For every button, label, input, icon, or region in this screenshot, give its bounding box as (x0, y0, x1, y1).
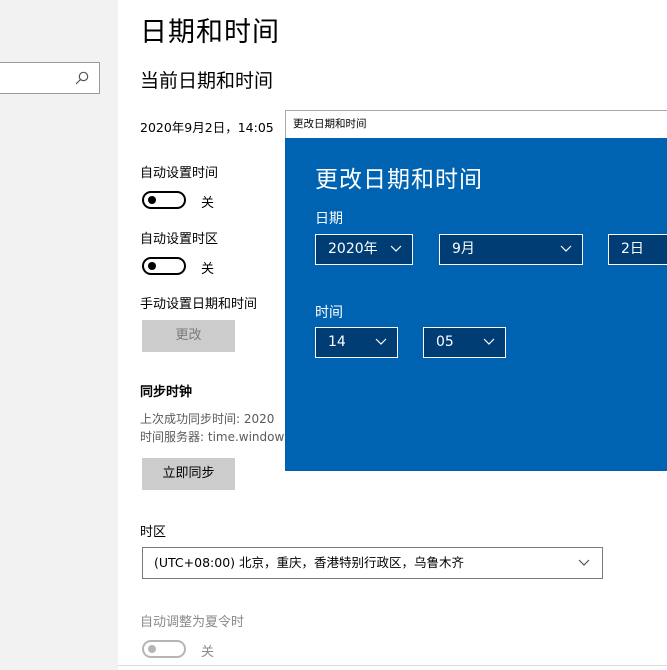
day-value: 2日 (621, 241, 644, 257)
section-title: 当前日期和时间 (140, 70, 274, 92)
chevron-down-icon (578, 548, 590, 589)
timezone-select[interactable]: (UTC+08:00) 北京，重庆，香港特别行政区，乌鲁木齐 (142, 547, 603, 579)
dst-state: 关 (201, 645, 215, 660)
hour-dropdown[interactable]: 14 (315, 327, 398, 358)
divider (118, 665, 667, 666)
year-value: 2020年 (328, 241, 378, 257)
timezone-value: (UTC+08:00) 北京，重庆，香港特别行政区，乌鲁木齐 (154, 555, 465, 570)
chevron-down-icon (375, 328, 387, 368)
sync-time-server: 时间服务器: time.windows.com (140, 430, 290, 444)
navigation-pane (0, 0, 118, 670)
chevron-down-icon (483, 328, 495, 368)
search-icon (75, 71, 89, 85)
search-input[interactable] (0, 62, 100, 94)
dialog-titlebar[interactable]: 更改日期和时间 (285, 110, 667, 138)
manual-datetime-label: 手动设置日期和时间 (140, 297, 258, 312)
date-label: 日期 (315, 211, 343, 227)
auto-time-label: 自动设置时间 (140, 166, 219, 181)
chevron-down-icon (560, 235, 572, 275)
year-dropdown[interactable]: 2020年 (315, 234, 413, 265)
page-title: 日期和时间 (140, 17, 280, 48)
auto-time-toggle[interactable] (142, 191, 186, 209)
toggle-knob (148, 196, 156, 204)
chevron-down-icon (390, 235, 402, 275)
minute-value: 05 (436, 334, 454, 350)
toggle-knob (148, 262, 156, 270)
sync-now-button[interactable]: 立即同步 (142, 458, 235, 490)
sync-last-time: 上次成功同步时间: 2020 (140, 412, 275, 426)
day-dropdown[interactable]: 2日 (608, 234, 667, 265)
auto-timezone-toggle[interactable] (142, 257, 186, 275)
current-datetime: 2020年9月2日，14:05 (140, 120, 274, 135)
month-dropdown[interactable]: 9月 (439, 234, 583, 265)
timezone-title: 时区 (140, 525, 167, 540)
auto-timezone-state: 关 (201, 262, 215, 277)
auto-timezone-label: 自动设置时区 (140, 232, 219, 247)
minute-dropdown[interactable]: 05 (423, 327, 506, 358)
toggle-knob (148, 645, 156, 653)
hour-value: 14 (328, 334, 346, 350)
dst-toggle[interactable] (142, 640, 186, 658)
auto-time-state: 关 (201, 196, 215, 211)
change-button[interactable]: 更改 (142, 320, 235, 352)
dst-label: 自动调整为夏令时 (140, 615, 245, 630)
change-datetime-dialog: 更改日期和时间 日期 2020年 9月 2日 时间 14 05 (285, 138, 667, 471)
month-value: 9月 (452, 241, 475, 257)
dialog-heading: 更改日期和时间 (315, 167, 483, 193)
time-label: 时间 (315, 305, 343, 321)
sync-clock-title: 同步时钟 (140, 385, 193, 400)
